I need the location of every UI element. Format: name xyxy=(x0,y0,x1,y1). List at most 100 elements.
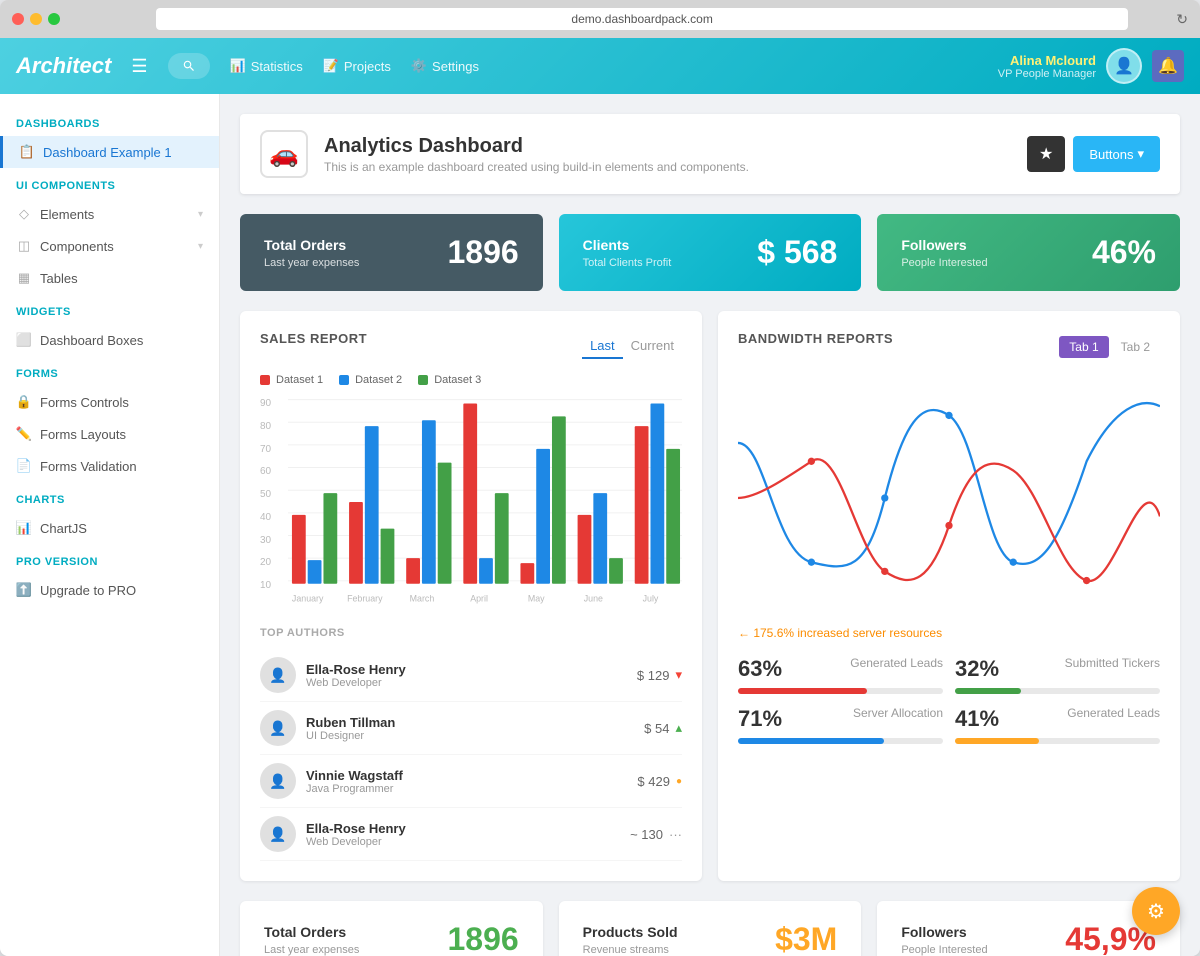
y-label-50: 50 xyxy=(260,489,284,500)
trend-up-icon: ▴ xyxy=(675,720,682,736)
sidebar-item-label: Dashboard Example 1 xyxy=(43,145,172,160)
bottom-card-value-orders: 1896 xyxy=(447,921,518,956)
progress-header-2: 32% Submitted Tickers xyxy=(955,656,1160,682)
sales-report-header: SALES REPORT Last Current xyxy=(260,331,682,362)
page-subtitle: This is an example dashboard created usi… xyxy=(324,160,749,174)
sidebar-section-ui-components: UI COMPONENTS xyxy=(0,168,219,198)
bandwidth-tab-2[interactable]: Tab 2 xyxy=(1111,336,1160,358)
sales-report-card: SALES REPORT Last Current Dataset 1 xyxy=(240,311,702,881)
author-info-1: Ella-Rose Henry Web Developer xyxy=(306,662,406,689)
y-label-40: 40 xyxy=(260,512,284,523)
bandwidth-tabs: Tab 1 Tab 2 xyxy=(1059,336,1160,358)
tab-current[interactable]: Current xyxy=(623,334,682,359)
charts-row: SALES REPORT Last Current Dataset 1 xyxy=(240,311,1180,881)
bottom-card-sub-followers: People Interested xyxy=(901,944,987,956)
bottom-card-sub-orders: Last year expenses xyxy=(264,944,359,956)
nav-projects[interactable]: 📝Projects xyxy=(323,58,391,74)
chart-icon: 📊 xyxy=(16,520,32,536)
progress-submitted-tickers: 32% Submitted Tickers xyxy=(955,656,1160,694)
nav-menu: 📊Statistics 📝Projects ⚙️Settings xyxy=(230,58,978,74)
search-button[interactable] xyxy=(168,53,210,79)
stat-value-followers: 46% xyxy=(1092,234,1156,271)
tab-last[interactable]: Last xyxy=(582,334,623,359)
progress-generated-leads-2: 41% Generated Leads xyxy=(955,706,1160,744)
author-name-2: Ruben Tillman xyxy=(306,715,395,730)
author-amount-1: $ 129 ▾ xyxy=(637,667,682,683)
buttons-button[interactable]: Buttons ▾ xyxy=(1073,136,1160,172)
stat-label-orders: Total Orders xyxy=(264,237,359,253)
bottom-cards: Total Orders Last year expenses 1896 Pro… xyxy=(240,901,1180,956)
author-role-3: Java Programmer xyxy=(306,783,403,795)
minimize-dot[interactable] xyxy=(30,13,42,25)
progress-label-1: Generated Leads xyxy=(850,656,943,682)
sidebar-label-chartjs: ChartJS xyxy=(40,521,87,536)
url-bar[interactable]: demo.dashboardpack.com xyxy=(156,8,1128,30)
stat-sub-orders: Last year expenses xyxy=(264,257,359,269)
nav-settings-label: Settings xyxy=(432,59,479,74)
reload-button[interactable]: ↻ xyxy=(1176,11,1188,28)
sidebar-item-components[interactable]: ◫ Components ▾ xyxy=(0,230,219,262)
chevron-down-icon: ▾ xyxy=(198,209,203,220)
star-button[interactable]: ★ xyxy=(1027,136,1065,172)
author-info-3: Vinnie Wagstaff Java Programmer xyxy=(306,768,403,795)
progress-bg-1 xyxy=(738,688,943,694)
legend-dataset1: Dataset 1 xyxy=(260,374,323,386)
sidebar-section-pro: PRO VERSION xyxy=(0,544,219,574)
sidebar-label-tables: Tables xyxy=(40,271,78,286)
nav-statistics-label: Statistics xyxy=(251,59,303,74)
legend-dot-1 xyxy=(260,375,270,385)
sidebar-label-forms-validation: Forms Validation xyxy=(40,459,137,474)
sidebar-item-upgrade[interactable]: ⬆️ Upgrade to PRO xyxy=(0,574,219,606)
close-dot[interactable] xyxy=(12,13,24,25)
elements-icon: ◇ xyxy=(16,206,32,222)
bandwidth-tab-1[interactable]: Tab 1 xyxy=(1059,336,1108,358)
author-info-2: Ruben Tillman UI Designer xyxy=(306,715,395,742)
nav-settings[interactable]: ⚙️Settings xyxy=(411,58,479,74)
sidebar-item-forms-layouts[interactable]: ✏️ Forms Layouts xyxy=(0,418,219,450)
author-amount-3: $ 429 ● xyxy=(637,774,682,789)
progress-header-4: 41% Generated Leads xyxy=(955,706,1160,732)
fab-button[interactable]: ⚙ xyxy=(1132,887,1180,935)
sidebar-item-forms-controls[interactable]: 🔒 Forms Controls xyxy=(0,386,219,418)
progress-grid: 63% Generated Leads 32% Submi xyxy=(738,656,1160,744)
bandwidth-note: ← 175.6% increased server resources xyxy=(738,626,1160,640)
maximize-dot[interactable] xyxy=(48,13,60,25)
legend-label-3: Dataset 3 xyxy=(434,374,481,386)
top-navigation: Architect ☰ 📊Statistics 📝Projects ⚙️Sett… xyxy=(0,38,1200,94)
svg-text:May: May xyxy=(528,594,545,604)
sidebar-item-dashboard-example-1[interactable]: 📋 Dashboard Example 1 xyxy=(0,136,219,168)
bar-chart-wrapper: 90 80 70 60 50 40 30 20 10 xyxy=(260,398,682,611)
sidebar-item-forms-validation[interactable]: 📄 Forms Validation xyxy=(0,450,219,482)
y-label-70: 70 xyxy=(260,444,284,455)
url-text: demo.dashboardpack.com xyxy=(571,12,712,26)
author-name-1: Ella-Rose Henry xyxy=(306,662,406,677)
stat-card-clients: Clients Total Clients Profit $ 568 xyxy=(559,214,862,291)
more-icon: ··· xyxy=(669,827,682,842)
sidebar-label-dashboard-boxes: Dashboard Boxes xyxy=(40,333,143,348)
progress-server-allocation: 71% Server Allocation xyxy=(738,706,943,744)
progress-label-2: Submitted Tickers xyxy=(1065,656,1160,682)
sidebar: DASHBOARDS 📋 Dashboard Example 1 UI COMP… xyxy=(0,94,220,956)
progress-label-3: Server Allocation xyxy=(853,706,943,732)
sidebar-item-chartjs[interactable]: 📊 ChartJS xyxy=(0,512,219,544)
stat-sub-followers: People Interested xyxy=(901,257,987,269)
hamburger-menu[interactable]: ☰ xyxy=(131,56,147,77)
edit-icon: ✏️ xyxy=(16,426,32,442)
notification-button[interactable]: 🔔 xyxy=(1152,50,1184,82)
chart-legend: Dataset 1 Dataset 2 Dataset 3 xyxy=(260,374,682,386)
sidebar-item-elements[interactable]: ◇ Elements ▾ xyxy=(0,198,219,230)
sidebar-section-charts: CHARTS xyxy=(0,482,219,512)
sales-tabs: Last Current xyxy=(582,334,682,359)
sidebar-item-dashboard-boxes[interactable]: ⬜ Dashboard Boxes xyxy=(0,324,219,356)
sidebar-label-components: Components xyxy=(40,239,114,254)
stat-sub-clients: Total Clients Profit xyxy=(583,257,672,269)
bottom-card-left-orders: Total Orders Last year expenses xyxy=(264,924,359,956)
nav-statistics[interactable]: 📊Statistics xyxy=(230,58,303,74)
avatar[interactable]: 👤 xyxy=(1106,48,1142,84)
svg-text:June: June xyxy=(584,594,603,604)
bottom-card-label-orders: Total Orders xyxy=(264,924,359,940)
doc-icon: 📄 xyxy=(16,458,32,474)
sidebar-label-forms-layouts: Forms Layouts xyxy=(40,427,126,442)
sidebar-item-tables[interactable]: ▦ Tables xyxy=(0,262,219,294)
bandwidth-header: BANDWIDTH REPORTS Tab 1 Tab 2 xyxy=(738,331,1160,362)
